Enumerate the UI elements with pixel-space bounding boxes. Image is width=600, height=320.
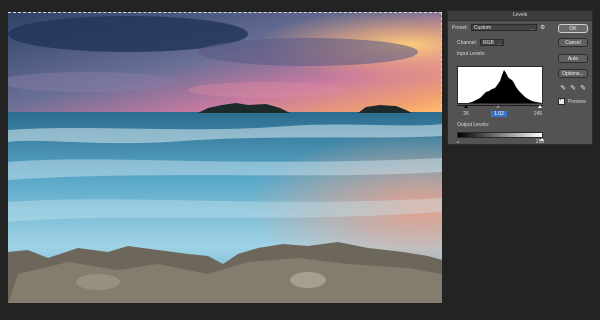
output-gradient bbox=[457, 132, 543, 138]
eyedropper-white-icon[interactable]: ✎ bbox=[579, 84, 587, 92]
ok-button[interactable]: OK bbox=[558, 24, 588, 33]
histogram-graph bbox=[458, 70, 542, 103]
output-black-field[interactable]: 0 bbox=[450, 139, 466, 145]
preview-label: Preview bbox=[568, 98, 586, 105]
auto-button[interactable]: Auto bbox=[558, 54, 588, 63]
input-gamma-slider[interactable] bbox=[496, 105, 500, 108]
input-black-slider[interactable] bbox=[464, 105, 468, 108]
preview-checkbox[interactable]: Preview bbox=[558, 97, 586, 105]
preset-select[interactable]: Custom ⌄ bbox=[470, 24, 537, 31]
document-canvas[interactable] bbox=[8, 12, 442, 303]
levels-dialog: Levels Preset: Custom ⌄ ⚙ Channel: RGB ⌄… bbox=[447, 10, 593, 145]
dialog-title: Levels bbox=[448, 11, 592, 21]
channel-select[interactable]: RGB ⌄ bbox=[480, 39, 505, 46]
input-levels-label: Input Levels: bbox=[457, 51, 486, 57]
eyedropper-black-icon[interactable]: ✎ bbox=[559, 84, 567, 92]
chevron-down-icon: ⌄ bbox=[497, 41, 502, 46]
channel-value: RGB bbox=[483, 40, 494, 46]
preset-value: Custom bbox=[473, 25, 492, 31]
cancel-button[interactable]: Cancel bbox=[558, 38, 588, 47]
eyedropper-gray-icon[interactable]: ✎ bbox=[569, 84, 577, 92]
seascape-photo bbox=[8, 12, 442, 303]
input-black-field[interactable]: 26 bbox=[458, 111, 474, 117]
input-white-slider[interactable] bbox=[538, 105, 542, 108]
input-gamma-field[interactable]: 1.02 bbox=[491, 111, 507, 117]
options-button[interactable]: Options... bbox=[558, 69, 588, 78]
input-slider-track bbox=[457, 105, 543, 106]
channel-row: Channel: RGB ⌄ bbox=[457, 39, 505, 46]
chevron-down-icon: ⌄ bbox=[530, 26, 534, 31]
preview-check-box[interactable] bbox=[558, 97, 565, 105]
channel-label: Channel: bbox=[457, 39, 478, 46]
output-white-field[interactable]: 255 bbox=[532, 139, 548, 145]
gear-icon[interactable]: ⚙ bbox=[540, 25, 546, 31]
histogram bbox=[457, 66, 543, 104]
input-white-field[interactable]: 245 bbox=[530, 111, 546, 117]
selection-marquee-edge bbox=[441, 12, 442, 112]
output-levels-label: Output Levels: bbox=[457, 122, 490, 128]
selection-marquee bbox=[8, 12, 442, 13]
preset-label: Preset: bbox=[452, 24, 468, 31]
preset-row: Preset: Custom ⌄ ⚙ bbox=[452, 24, 546, 31]
